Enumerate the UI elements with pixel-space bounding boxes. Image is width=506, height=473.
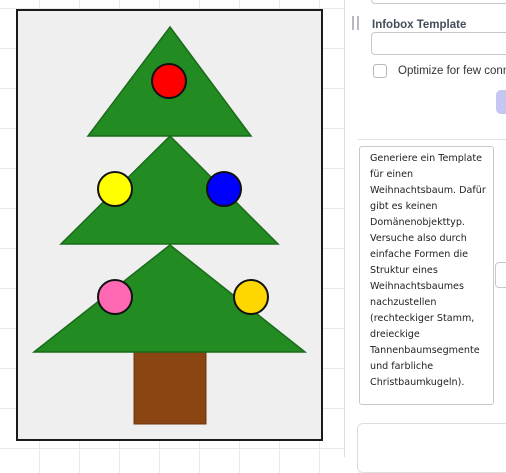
- ornament-yellow-left[interactable]: [97, 171, 133, 207]
- infobox-template-input[interactable]: [371, 32, 506, 55]
- generate-button[interactable]: [496, 90, 506, 114]
- panel-divider: [358, 139, 506, 140]
- ornament-gold[interactable]: [233, 279, 269, 315]
- drag-handle-icon[interactable]: [352, 16, 362, 30]
- trunk-shape[interactable]: [133, 351, 207, 425]
- infobox-template-label: Infobox Template: [372, 19, 467, 31]
- top-input-field[interactable]: [371, 0, 506, 4]
- diagram-canvas[interactable]: [0, 0, 344, 457]
- side-button[interactable]: [495, 262, 506, 288]
- ornament-red[interactable]: [151, 63, 187, 99]
- optimize-row[interactable]: Optimize for few connections: [373, 63, 506, 81]
- ornament-pink[interactable]: [97, 279, 133, 315]
- christmas-tree-drawing: [31, 25, 308, 425]
- prompt-textarea[interactable]: Generiere ein Template für einen Weihnac…: [359, 146, 494, 405]
- checkbox-icon[interactable]: [373, 64, 387, 78]
- bottom-panel-box[interactable]: [357, 423, 506, 473]
- tree-segment-middle[interactable]: [59, 134, 280, 245]
- ornament-blue[interactable]: [206, 171, 242, 207]
- optimize-label: Optimize for few connections: [398, 65, 506, 77]
